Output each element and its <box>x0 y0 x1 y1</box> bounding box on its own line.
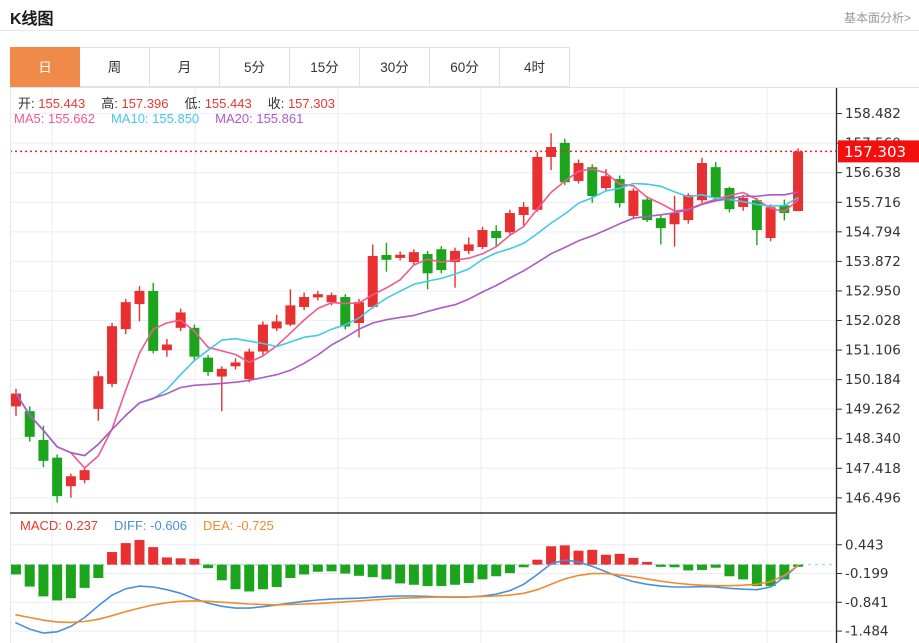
y-axis-tick-label: 148.340 <box>845 431 901 447</box>
y-axis-tick-label: -0.841 <box>845 595 889 611</box>
kline-widget: K线图 基本面分析> 日周月5分15分30分60分4时 158.482157.5… <box>0 0 919 643</box>
y-axis-tick-label: 149.262 <box>845 402 901 418</box>
tab-month[interactable]: 月 <box>150 47 220 87</box>
y-axis-tick-label: 151.106 <box>845 343 901 359</box>
tab-15min[interactable]: 15分 <box>290 47 360 87</box>
candles-layer <box>11 133 803 502</box>
y-axis-tick-label: 152.950 <box>845 283 901 299</box>
y-axis-tick-label: 156.638 <box>845 165 901 181</box>
y-axis: 158.482157.560156.638155.716154.794153.8… <box>836 106 901 639</box>
y-axis-tick-label: -0.199 <box>845 566 889 582</box>
kline-chart-svg[interactable]: 158.482157.560156.638155.716154.794153.8… <box>0 0 919 643</box>
macd-histogram-layer <box>11 540 803 600</box>
tab-4hour[interactable]: 4时 <box>500 47 570 87</box>
tab-5min[interactable]: 5分 <box>220 47 290 87</box>
y-axis-tick-label: 155.716 <box>845 195 901 211</box>
tab-30min[interactable]: 30分 <box>360 47 430 87</box>
y-axis-tick-label: 146.496 <box>845 490 901 506</box>
y-axis-tick-label: 0.443 <box>845 537 884 553</box>
tab-60min[interactable]: 60分 <box>430 47 500 87</box>
tab-day[interactable]: 日 <box>10 47 80 87</box>
ma-lines-layer <box>16 169 798 468</box>
y-axis-tick-label: 153.872 <box>845 254 901 270</box>
macd-lines-layer <box>16 560 798 633</box>
timeframe-tabs: 日周月5分15分30分60分4时 <box>10 47 919 88</box>
y-axis-tick-label: 152.028 <box>845 313 901 329</box>
y-axis-tick-label: 147.418 <box>845 461 901 477</box>
svg-text:157.303: 157.303 <box>844 143 906 161</box>
y-axis-tick-label: 150.184 <box>845 372 901 388</box>
y-axis-tick-label: 158.482 <box>845 106 901 122</box>
current-price-label: 157.303 <box>838 140 919 162</box>
tab-week[interactable]: 周 <box>80 47 150 87</box>
y-axis-tick-label: 154.794 <box>845 224 901 240</box>
y-axis-tick-label: -1.484 <box>845 624 889 640</box>
